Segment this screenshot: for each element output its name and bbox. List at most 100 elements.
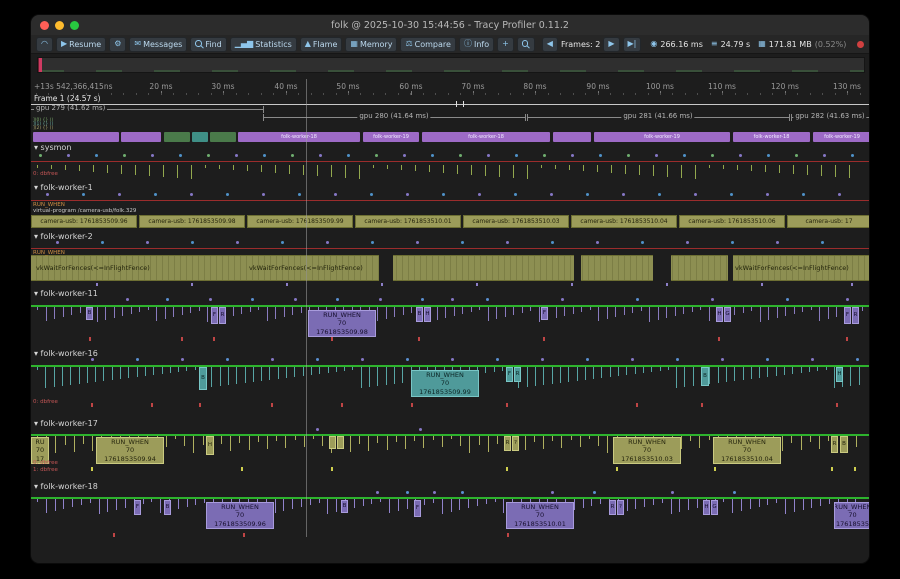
zone-box[interactable]: H (716, 307, 723, 322)
tick-mark (726, 367, 727, 382)
zone-box[interactable]: B (164, 500, 171, 515)
gpu-zone[interactable] (553, 132, 591, 142)
zone-box[interactable]: B (341, 500, 348, 513)
zone-box[interactable]: RUN_WHEN701761853510.03 (613, 437, 681, 464)
zone-box[interactable]: RUN_WHEN701761853509.99 (411, 370, 479, 397)
frame-boundary-mark (463, 101, 464, 107)
tick-mark (624, 307, 625, 315)
zone-box[interactable]: F (414, 500, 421, 517)
eye-icon: ◉ (650, 40, 657, 48)
zone-segment[interactable]: camera-usb: 1761853510.03 (463, 215, 569, 228)
zone-segment[interactable]: camera-usb: 1761853510.04 (571, 215, 677, 228)
zone-box[interactable]: F (541, 307, 548, 320)
zone-box[interactable]: H (206, 436, 214, 455)
gpu-zone[interactable] (210, 132, 236, 142)
lock-event-mark (181, 337, 183, 341)
zone-box[interactable]: G (724, 307, 731, 322)
zone-box[interactable]: H (424, 307, 431, 322)
flame-button[interactable]: ▲Flame (300, 37, 343, 52)
tick-mark (380, 499, 381, 502)
event-dot (316, 428, 319, 431)
zone-box[interactable]: ? (617, 500, 624, 515)
last-frame-button[interactable]: ▶| (623, 37, 642, 52)
track-header-folk-worker-16[interactable]: ▾ folk-worker-16 (34, 350, 98, 358)
zone-box[interactable]: RUN_WHEN701761853509.96 (206, 502, 274, 529)
resume-button[interactable]: ▶Resume (56, 37, 106, 52)
info-button[interactable]: ⓘInfo (459, 37, 494, 52)
goto-frame-button[interactable]: + (497, 37, 514, 52)
prev-frame-button[interactable]: ◀ (542, 37, 558, 52)
track-header-folk-worker-1[interactable]: ▾ folk-worker-1 (34, 184, 93, 192)
track-header-folk-worker-2[interactable]: ▾ folk-worker-2 (34, 233, 93, 241)
zone-box[interactable]: G (711, 500, 718, 515)
zoom-button[interactable] (517, 37, 535, 52)
tick-mark (776, 499, 777, 503)
zone-box[interactable]: R (219, 307, 226, 324)
zone-box[interactable]: RUN_WHEN701761853510.04 (713, 437, 781, 464)
gpu-zone[interactable]: folk-worker-18 (238, 132, 360, 142)
zone-box[interactable]: R (514, 367, 521, 382)
gpu-zone[interactable]: folk-worker-19 (363, 132, 419, 142)
zone-box[interactable]: B (840, 436, 848, 453)
zone-box[interactable] (329, 436, 336, 449)
zone-box[interactable]: ? (512, 436, 519, 451)
track-header-folk-worker-11[interactable]: ▾ folk-worker-11 (34, 290, 98, 298)
zone-box[interactable]: R (831, 436, 838, 453)
settings-button[interactable]: ⚙ (109, 37, 126, 52)
zone-box[interactable]: R (852, 307, 859, 324)
frame-overview-strip[interactable] (37, 57, 865, 73)
ruler-minor-tick (148, 93, 149, 95)
gpu-zone[interactable]: folk-worker-19 (813, 132, 870, 142)
find-button[interactable]: Find (190, 37, 226, 52)
minimize-button[interactable] (55, 21, 64, 30)
statistics-button[interactable]: ▁▄▆Statistics (230, 37, 297, 52)
event-dot (821, 241, 824, 244)
zone-box[interactable]: RUN_WHEN701761853509.98 (308, 310, 376, 337)
gpu-zone[interactable] (192, 132, 208, 142)
zone-segment[interactable]: camera-usb: 1761853509.96 (31, 215, 137, 228)
compare-button[interactable]: ⚖Compare (400, 37, 455, 52)
zone-box[interactable] (337, 436, 344, 449)
gpu-zone[interactable] (164, 132, 190, 142)
notification-dot[interactable] (857, 41, 864, 48)
zone-box[interactable]: B (701, 367, 709, 386)
zone-box[interactable]: F (506, 367, 513, 382)
gpu-zone[interactable] (33, 132, 119, 142)
zone-box[interactable]: B (416, 307, 423, 322)
zone-box[interactable]: RUN_WHEN701761853509.94 (96, 437, 164, 464)
messages-button[interactable]: ✉Messages (129, 37, 187, 52)
zone-box[interactable]: H (836, 367, 843, 382)
maximize-button[interactable] (70, 21, 79, 30)
close-button[interactable] (40, 21, 49, 30)
zone-segment[interactable]: camera-usb: 17 (787, 215, 870, 228)
memory-button[interactable]: ▦Memory (345, 37, 397, 52)
zone-box[interactable]: B (199, 367, 207, 390)
event-dot (571, 154, 574, 157)
zone-box[interactable]: RUN_WHEN701761853510.01 (506, 502, 574, 529)
zone-segment[interactable]: camera-usb: 1761853509.99 (247, 215, 353, 228)
zone-box[interactable]: F (844, 307, 851, 324)
zone-box[interactable]: H (703, 500, 710, 515)
tick-mark (734, 307, 735, 315)
next-frame-button[interactable]: ▶ (603, 37, 619, 52)
track-header-sysmon[interactable]: ▾ sysmon (34, 144, 71, 152)
track-header-folk-worker-17[interactable]: ▾ folk-worker-17 (34, 420, 98, 428)
connection-button[interactable]: ◠ (36, 37, 53, 52)
zone-box[interactable]: F (134, 500, 141, 515)
gpu-zone[interactable]: folk-worker-18 (422, 132, 550, 142)
zone-box[interactable]: RUN_WHEN7017618535 (834, 502, 870, 529)
zone-segment[interactable]: camera-usb: 1761853509.98 (139, 215, 245, 228)
zone-box[interactable]: R (609, 500, 616, 515)
zone-segment[interactable]: camera-usb: 1761853510.06 (679, 215, 785, 228)
zone-segment[interactable]: camera-usb: 1761853510.01 (355, 215, 461, 228)
zone-box[interactable]: R (504, 436, 511, 451)
track-header-folk-worker-18[interactable]: ▾ folk-worker-18 (34, 483, 98, 491)
gpu-zone[interactable]: folk-worker-19 (594, 132, 730, 142)
ruler-label: 30 ms (211, 83, 234, 91)
zone-box[interactable]: F (211, 307, 218, 324)
zone-box[interactable]: B (86, 307, 93, 320)
gpu-zone[interactable] (121, 132, 161, 142)
gpu-zone[interactable]: folk-worker-18 (733, 132, 810, 142)
tick-mark (284, 307, 285, 317)
tick-mark (178, 367, 179, 372)
